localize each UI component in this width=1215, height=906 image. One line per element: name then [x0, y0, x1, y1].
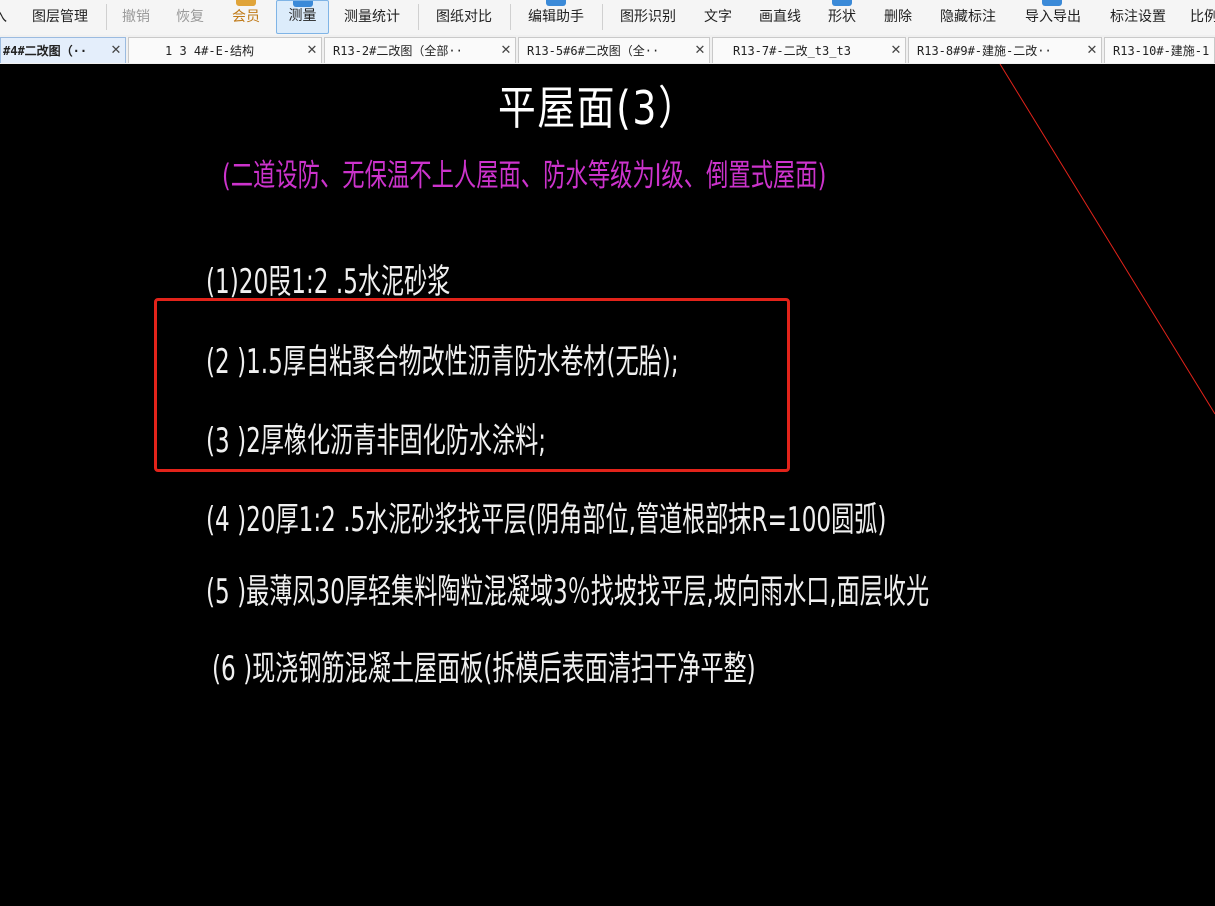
drawing-tab[interactable]: #4#二改图（·· ✕ — [0, 37, 126, 63]
hide-annotations-button[interactable]: 隐藏标注 — [932, 0, 1004, 34]
drawing-tab[interactable]: R13-8#9#-建施-二改·· ✕ — [908, 37, 1102, 63]
shape-tool-label: 形状 — [828, 9, 856, 25]
measure-stats-button[interactable]: 测量统计 — [336, 0, 408, 34]
scale-label: 比例 — [1190, 9, 1215, 25]
tab-label: R13-2#二改图（全部·· — [333, 44, 463, 58]
draw-line-button[interactable]: 画直线 — [752, 0, 808, 34]
draw-line-label: 画直线 — [759, 9, 801, 25]
drawing-title: 平屋面(3） — [498, 81, 698, 135]
drawing-tab[interactable]: R13-5#6#二改图（全·· ✕ — [518, 37, 710, 63]
tab-label: 1 3 4#-E-结构 — [165, 44, 255, 58]
layer-line-4: (4 )20厚1:2 .5水泥砂浆找平层(阴角部位,管道根部抹R=100圆弧) — [206, 500, 887, 540]
layer-management-button[interactable]: 图层管理 — [22, 0, 98, 34]
toolbar-cut-left-button[interactable]: 入 — [0, 0, 8, 34]
toolbar-separator — [510, 4, 511, 30]
toolbar-cut-left-label: 入 — [0, 6, 7, 26]
drawing-compare-button[interactable]: 图纸对比 — [428, 0, 500, 34]
shape-tool-icon — [832, 0, 852, 6]
delete-label: 删除 — [884, 9, 912, 25]
toolbar-separator — [106, 4, 107, 30]
close-icon[interactable]: ✕ — [497, 43, 515, 58]
drawing-tab[interactable]: 1 3 4#-E-结构 ✕ — [128, 37, 322, 63]
text-tool-label: 文字 — [704, 9, 732, 25]
main-toolbar: 入 图层管理 撤销 恢复 会员 测量 测量统计 图纸对比 编辑助手 图形识别 文… — [0, 0, 1215, 36]
edit-assistant-icon — [546, 0, 566, 6]
scale-button[interactable]: 比例 — [1186, 0, 1215, 34]
layer-line-6: (6 )现浇钢筋混凝土屋面板(拆模后表面清扫干净平整) — [212, 649, 756, 689]
layer-line-1: (1)20叚1:2 .5水泥砂浆 — [206, 262, 451, 302]
layer-line-5: (5 )最薄凤30厚轻集料陶粒混凝域3％找坡找平层,坡向雨水口,面层收光 — [206, 572, 930, 612]
drawing-subtitle: (二道设防、无保温不上人屋面、防水等级为I级、倒置式屋面) — [222, 158, 827, 194]
drawing-tab[interactable]: R13-2#二改图（全部·· ✕ — [324, 37, 516, 63]
tab-label: R13-8#9#-建施-二改·· — [917, 44, 1052, 58]
shape-recognition-button[interactable]: 图形识别 — [612, 0, 684, 34]
redo-button[interactable]: 恢复 — [168, 0, 212, 34]
undo-button[interactable]: 撤销 — [114, 0, 158, 34]
drawing-canvas[interactable]: 平屋面(3） (二道设防、无保温不上人屋面、防水等级为I级、倒置式屋面) (1)… — [0, 64, 1215, 906]
close-icon[interactable]: ✕ — [1083, 43, 1101, 58]
text-tool-button[interactable]: 文字 — [696, 0, 740, 34]
redo-label: 恢复 — [176, 9, 204, 25]
delete-button[interactable]: 删除 — [876, 0, 920, 34]
drawing-tab[interactable]: R13-7#-二改_t3_t3 ✕ — [712, 37, 906, 63]
layer-management-label: 图层管理 — [32, 9, 88, 25]
undo-label: 撤销 — [122, 9, 150, 25]
import-export-label: 导入导出 — [1025, 9, 1081, 25]
close-icon[interactable]: ✕ — [887, 43, 905, 58]
measure-icon — [293, 1, 313, 7]
import-export-icon — [1042, 0, 1062, 6]
toolbar-separator — [418, 4, 419, 30]
member-button[interactable]: 会员 — [224, 0, 268, 34]
measure-stats-label: 测量统计 — [344, 9, 400, 25]
edit-assistant-label: 编辑助手 — [528, 9, 584, 25]
close-icon[interactable]: ✕ — [303, 43, 321, 58]
highlight-annotation-box — [154, 298, 790, 472]
hide-annotations-label: 隐藏标注 — [940, 9, 996, 25]
member-label: 会员 — [232, 9, 260, 25]
close-icon[interactable]: ✕ — [107, 43, 125, 58]
drawing-tab[interactable]: R13-10#-建施-1 — [1104, 37, 1215, 63]
tab-label: #4#二改图（·· — [3, 44, 88, 58]
drawing-compare-label: 图纸对比 — [436, 9, 492, 25]
edit-assistant-button[interactable]: 编辑助手 — [520, 0, 592, 34]
tab-label: R13-10#-建施-1 — [1113, 44, 1210, 58]
measure-label: 测量 — [288, 8, 317, 24]
measure-button[interactable]: 测量 — [276, 0, 329, 34]
annotation-settings-button[interactable]: 标注设置 — [1100, 0, 1176, 34]
close-icon[interactable]: ✕ — [691, 43, 709, 58]
tab-label: R13-5#6#二改图（全·· — [527, 44, 660, 58]
drawing-tab-bar: #4#二改图（·· ✕ 1 3 4#-E-结构 ✕ R13-2#二改图（全部··… — [0, 35, 1215, 65]
import-export-button[interactable]: 导入导出 — [1016, 0, 1090, 34]
toolbar-separator — [602, 4, 603, 30]
shape-tool-button[interactable]: 形状 — [820, 0, 864, 34]
shape-recognition-label: 图形识别 — [620, 9, 676, 25]
member-icon — [236, 0, 256, 6]
annotation-settings-label: 标注设置 — [1110, 9, 1166, 25]
tab-label: R13-7#-二改_t3_t3 — [733, 44, 851, 58]
